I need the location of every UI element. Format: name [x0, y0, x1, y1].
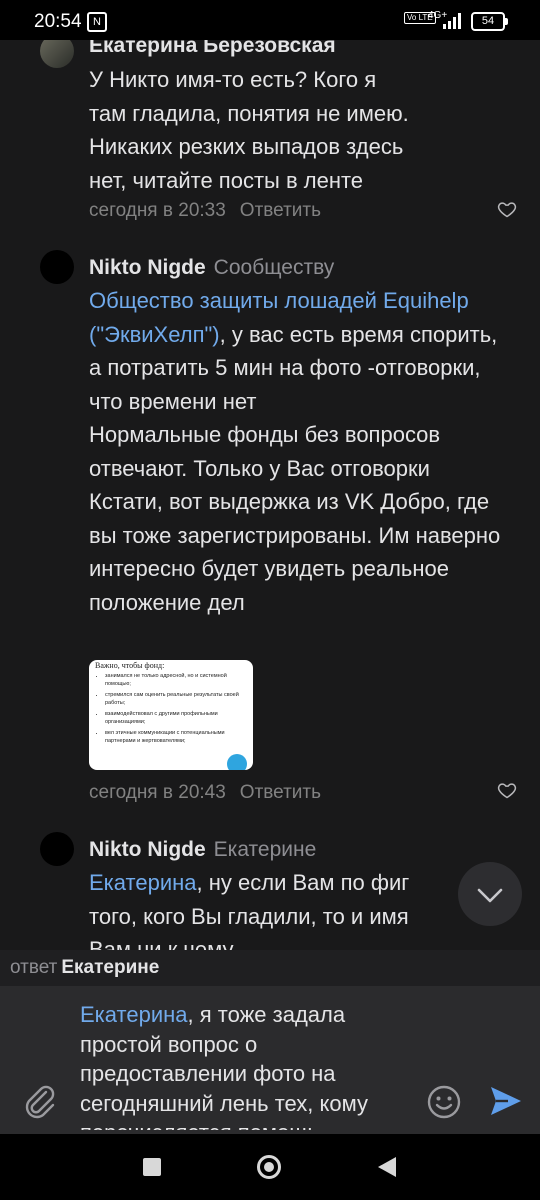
heart-outline-icon[interactable] [497, 199, 517, 219]
author-name[interactable]: Nikto Nigde [89, 838, 206, 861]
paperclip-icon[interactable] [22, 1083, 56, 1119]
comment-line: Никаких резких выпадов здесь [89, 134, 404, 159]
comment-item: Екатерина Березовская У Никто имя-то ест… [0, 40, 540, 260]
status-time: 20:54 [34, 11, 82, 32]
reply-button[interactable]: Ответить [240, 200, 321, 221]
reply-target-name: Екатерине [61, 957, 160, 978]
avatar[interactable] [40, 250, 74, 284]
reply-context: ответ Екатерине [10, 957, 159, 979]
message-input[interactable]: Екатерина, я тоже задала простой вопрос … [80, 1000, 410, 1130]
mention-link[interactable]: Екатерина [89, 870, 197, 895]
attachment-title: Важно, чтобы фонд: [95, 661, 165, 670]
comment-header: Nikto Nigde Екатерине [89, 838, 316, 862]
comments-feed[interactable]: Екатерина Березовская У Никто имя-то ест… [0, 40, 540, 950]
avatar[interactable] [40, 832, 74, 866]
reply-context-bar: ответ Екатерине [0, 950, 540, 986]
mention-link[interactable]: Екатерина [80, 1002, 188, 1027]
author-name[interactable]: Екатерина Березовская [89, 40, 336, 57]
comment-line: там гладила, понятия не имею. [89, 100, 409, 126]
comment-text-body: , ну если Вам по фиг [196, 870, 410, 895]
system-navigation-bar [0, 1134, 540, 1200]
reply-button[interactable]: Ответить [240, 782, 321, 803]
attachment-list-item: вел этичные коммуникации с потенциальным… [105, 729, 245, 745]
comment-header: Екатерина Березовская [89, 40, 336, 58]
comment-header: Nikto Nigde Сообществу [89, 256, 334, 280]
reply-prefix: ответ [10, 957, 58, 978]
comment-paragraph: Общество защиты лошадей Equihelp ("ЭквиХ… [89, 284, 509, 418]
comment-time: сегодня в 20:43 [89, 782, 226, 803]
telegram-icon [227, 754, 247, 770]
nfc-icon: N [87, 12, 107, 32]
scroll-down-button[interactable] [458, 862, 522, 926]
comment-paragraph: Екатерина, ну если Вам по фиг [89, 866, 509, 900]
status-bar: 20:54 N Vo LTE 4G+ 54 [0, 0, 540, 40]
comment-item: Nikto Nigde Сообществу Общество защиты ло… [0, 250, 540, 810]
comment-text: Общество защиты лошадей Equihelp ("ЭквиХ… [89, 284, 509, 619]
attachment-list-item: взаимодействовал с другими профильными о… [105, 710, 245, 726]
smiley-icon[interactable] [426, 1084, 462, 1120]
heart-outline-icon[interactable] [497, 780, 517, 800]
back-button[interactable] [376, 1155, 398, 1179]
chevron-down-icon [477, 888, 503, 903]
comment-text: У Никто имя-то есть? Кого я там гладила,… [89, 63, 509, 197]
attachment-list-item: стремился сам оценить реальные результат… [105, 691, 245, 707]
comment-meta: сегодня в 20:33 Ответить [89, 200, 321, 222]
reply-target: Сообществу [213, 256, 335, 279]
send-arrow-icon[interactable] [488, 1084, 524, 1118]
battery-icon: 54 [471, 12, 508, 31]
reply-target: Екатерине [213, 838, 317, 861]
comment-paragraph: Нормальные фонды без вопросов отвечают. … [89, 422, 441, 481]
attachment-list-item: занимался не только адресной, но и систе… [105, 672, 245, 688]
comment-paragraph: Кстати, вот выдержка из VK Добро, где вы… [89, 489, 501, 615]
comment-text: Екатерина, ну если Вам по фиг того, кого… [89, 866, 509, 950]
comment-line: нет, читайте посты в ленте [89, 167, 364, 193]
comment-meta: сегодня в 20:43 Ответить [89, 782, 321, 804]
comment-line: того, кого Вы гладили, то и имя [89, 903, 409, 929]
author-name[interactable]: Nikto Nigde [89, 256, 206, 279]
signal-icon [443, 13, 461, 29]
home-button[interactable] [257, 1155, 281, 1179]
image-attachment[interactable]: Важно, чтобы фонд: занимался не только а… [89, 660, 253, 770]
attachment-list: занимался не только адресной, но и систе… [99, 672, 245, 748]
recent-apps-button[interactable] [143, 1158, 161, 1176]
comment-line: Вам ни к чему [89, 937, 234, 950]
comment-line: У Никто имя-то есть? Кого я [89, 67, 377, 92]
comment-time: сегодня в 20:33 [89, 200, 226, 221]
avatar[interactable] [40, 40, 74, 68]
